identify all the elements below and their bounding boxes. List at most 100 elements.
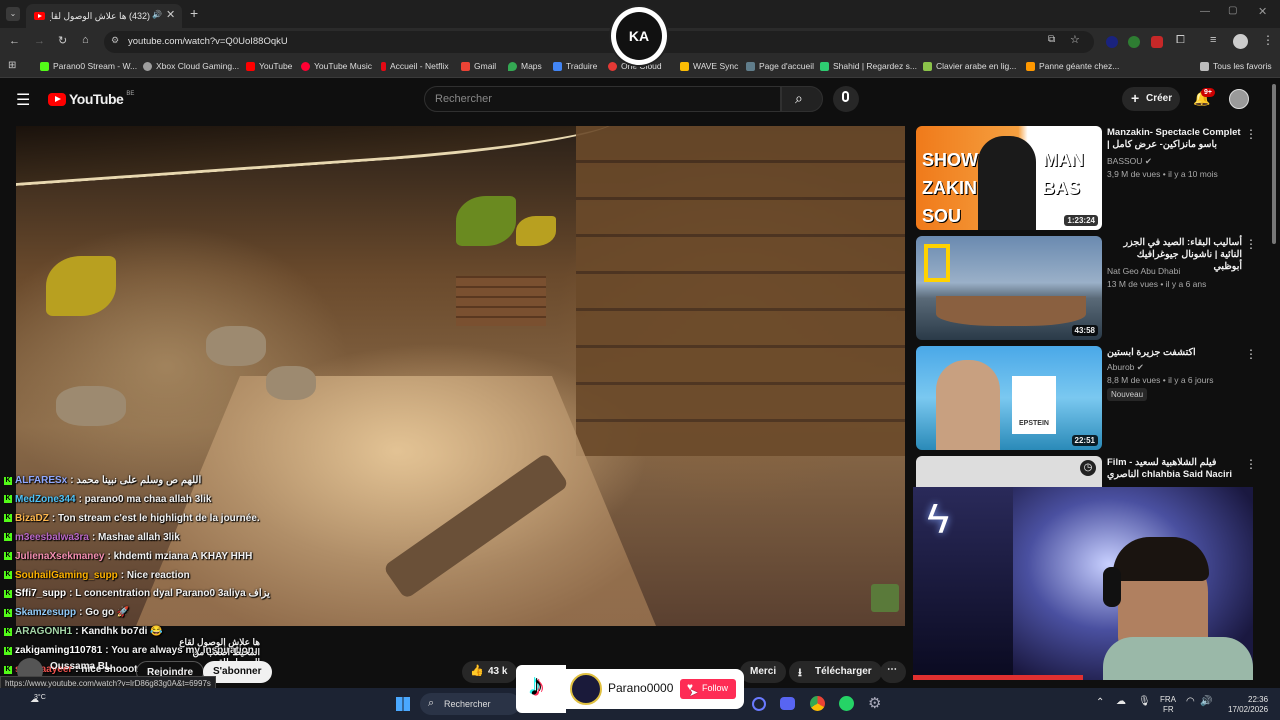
media-control-icon[interactable]: ≡ [1210,34,1216,46]
bookmark-star-icon[interactable]: ☆ [1070,33,1080,46]
bookmark-4[interactable]: Accueil - Netflix [381,61,449,71]
back-icon[interactable]: ← [9,35,20,47]
page-scrollbar[interactable] [1272,84,1276,244]
suggested-channel-2[interactable]: Aburob ✔ [1107,362,1247,373]
site-info-icon[interactable]: ⚙ [111,35,119,46]
reload-icon[interactable]: ↻ [58,34,67,47]
minimize-icon[interactable]: — [1200,6,1210,17]
create-button[interactable]: + Créer [1122,87,1180,111]
suggested-thumbnail-3[interactable]: ◷ [916,456,1102,488]
search-button[interactable]: ⌕ [781,86,823,112]
more-actions-button[interactable]: ⋯ [880,661,906,683]
bookmark-9[interactable]: WAVE Sync [680,61,738,71]
watch-later-icon[interactable]: ◷ [1080,460,1096,476]
lang-top[interactable]: FRA [1160,695,1176,704]
bookmark-7[interactable]: Traduire [553,61,597,71]
show-hidden-icons[interactable]: ⌃ [1096,697,1104,708]
volume-icon[interactable]: 🔊 [1200,696,1212,707]
more-options-icon[interactable]: ⋮ [1245,457,1257,471]
like-button[interactable]: 👍 43 k [462,661,518,683]
more-options-icon[interactable]: ⋮ [1245,127,1257,141]
search-input[interactable]: Rechercher [424,86,781,112]
taskbar-search[interactable]: ⌕ Rechercher [420,693,520,715]
install-icon[interactable]: ⧉ [1048,34,1055,45]
kick-badge-icon: K [4,627,12,636]
suggested-title-0[interactable]: Manzakin- Spectacle Complet | باسو مانزا… [1107,127,1242,151]
suggested-title-3[interactable]: Film - فيلم الشلاهبية لسعيد الناصري chla… [1107,457,1242,483]
bookmark-13[interactable]: Panne géante chez... [1026,61,1119,71]
suggested-channel-0[interactable]: BASSOU ✔ [1107,156,1247,167]
bookmark-0[interactable]: Parano0 Stream - W... [40,61,137,71]
verified-icon: ✔ [1144,156,1152,166]
clock-time[interactable]: 22:36 [1248,695,1268,704]
account-avatar[interactable] [1229,89,1249,109]
extension-red-icon[interactable] [1151,36,1163,48]
chat-text: : Kandhk bo7di 😂 [75,626,163,638]
bookmark-icon [1026,61,1035,71]
thanks-button[interactable]: Merci [740,661,787,683]
maximize-icon[interactable]: ▢ [1228,5,1237,16]
discord-icon[interactable] [780,697,795,710]
forward-icon[interactable]: → [34,35,45,47]
browser-menu-icon[interactable]: ⋮ [1262,33,1274,47]
network-icon[interactable]: ☁ [1116,696,1126,707]
apps-grid-icon[interactable]: ⊞ [8,60,16,71]
more-options-icon[interactable]: ⋮ [1245,237,1257,251]
suggested-thumbnail-0[interactable]: SHOW MAN ZAKIN BAS SOU 1:23:24 [916,126,1102,230]
tab-active[interactable]: 🔊 (432) ها علاش الوصول لقاع ! ✕ [26,4,182,28]
chat-text: : L concentration dyal Parano0 3aliya يز… [69,588,270,600]
youtube-logo[interactable]: YouTube BE [48,91,134,107]
profile-avatar[interactable] [1233,34,1248,49]
bookmark-11[interactable]: Shahid | Regardez s... [820,61,917,71]
voice-search-button[interactable] [833,86,859,112]
kick-badge-icon: K [4,514,12,523]
settings-gear-icon[interactable]: ⚙ [868,694,881,712]
bookmark-3[interactable]: YouTube Music [301,61,372,71]
extensions-puzzle-icon[interactable]: ⧠ [1176,34,1185,47]
chat-text: : Ton stream c'est le highlight de la jo… [51,512,260,524]
chrome-icon[interactable] [810,696,825,711]
kick-badge-icon: K [4,571,12,579]
youtube-logo-text: YouTube [69,91,124,107]
lang-bottom[interactable]: FR [1163,705,1174,714]
close-window-icon[interactable]: ✕ [1258,5,1267,18]
suggested-thumbnail-2[interactable]: EPSTEIN 22:51 [916,346,1102,450]
thumb-up-icon: 👍 [470,665,484,677]
wifi-icon[interactable]: ◠ [1186,696,1195,707]
suggested-thumbnail-1[interactable]: 43:58 [916,236,1102,340]
tab-close-icon[interactable]: ✕ [166,8,175,21]
extension-green-icon[interactable] [1128,36,1140,48]
home-icon[interactable]: ⌂ [82,34,89,46]
suggested-title-2[interactable]: اكتشفت جزيرة ابستين [1107,347,1242,359]
hamburger-menu-icon[interactable]: ☰ [16,90,30,110]
windows-start-icon[interactable] [396,697,410,711]
speaker-icon[interactable]: 🔊 [152,10,162,19]
microphone-icon[interactable]: 🎙 [1138,696,1151,707]
taskbar-app-icon[interactable] [752,697,766,711]
bookmark-2[interactable]: YouTube [246,61,292,71]
logo-inner: KA [616,12,662,60]
suggested-channel-1[interactable]: Nat Geo Abu Dhabi [1107,266,1247,276]
address-bar[interactable]: ⚙ youtube.com/watch?v=Q0UoI88OqkU ⧉ ☆ [104,31,1094,53]
kick-badge-icon: K [4,476,12,485]
suggested-meta-0: 3,9 M de vues • il y a 10 mois [1107,169,1218,179]
bookmark-1[interactable]: Xbox Cloud Gaming... [143,61,239,71]
channel-name[interactable]: Oussama BL [50,661,111,672]
extension-c-icon[interactable] [1106,36,1118,48]
tiktok-icon: ♪ [529,669,544,702]
bookmark-icon [923,61,932,71]
clock-date[interactable]: 17/02/2026 [1228,705,1268,714]
bookmark-12[interactable]: Clavier arabe en lig... [923,61,1016,71]
more-options-icon[interactable]: ⋮ [1245,347,1257,361]
verified-icon: ✔ [1136,362,1144,372]
whatsapp-icon[interactable] [839,696,854,711]
kick-badge-icon: K [4,552,12,561]
bookmark-10[interactable]: Page d'accueil [746,61,814,71]
tab-list-button[interactable]: ⌄ [6,7,20,21]
all-favorites[interactable]: Tous les favoris [1200,61,1272,71]
new-tab-icon[interactable]: + [190,5,198,21]
suggested-meta-1: 13 M de vues • il y a 6 ans [1107,279,1207,289]
bookmark-5[interactable]: Gmail [461,61,496,71]
bookmark-6[interactable]: Maps [508,61,542,71]
download-button[interactable]: ⭳ Télécharger [789,661,882,683]
